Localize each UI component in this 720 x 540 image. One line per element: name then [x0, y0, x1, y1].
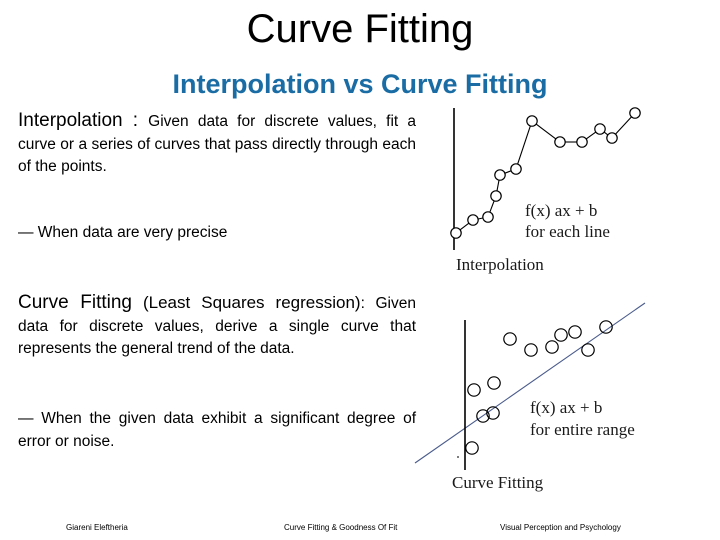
curve-fitting-separator: : — [360, 295, 376, 312]
connector-segment — [517, 125, 531, 165]
interpolation-formula-line2: for each line — [525, 222, 610, 241]
curve-fitting-note-wrapper: — When the given data exhibit a signific… — [18, 408, 416, 453]
data-point — [494, 169, 506, 181]
page-title: Curve Fitting — [246, 7, 474, 51]
data-point — [450, 227, 462, 239]
curve-fitting-svg: f(x) ax + b for entire range Curve Fitti… — [414, 302, 646, 492]
data-point — [576, 136, 588, 148]
data-point — [554, 136, 566, 148]
connector-segment — [535, 123, 557, 140]
slide-canvas: Curve Fitting Interpolation vs Curve Fit… — [0, 0, 720, 540]
data-point — [545, 340, 559, 354]
data-point — [503, 332, 517, 346]
interpolation-separator: : — [122, 110, 149, 131]
curve-fitting-qualifier: (Least Squares regression) — [131, 293, 361, 312]
data-point — [606, 132, 618, 144]
curve-fitting-caption: Curve Fitting — [452, 473, 544, 492]
interpolation-formula-line1: f(x) ax + b — [525, 201, 597, 220]
data-point — [581, 343, 595, 357]
curve-fitting-lead: Curve Fitting — [18, 292, 132, 313]
curve-fitting-note: — When the given data exhibit a signific… — [18, 410, 416, 450]
interpolation-svg: f(x) ax + b for each line Interpolation — [450, 107, 641, 274]
data-point — [524, 343, 538, 357]
connector-segment — [496, 180, 500, 191]
connector-segment — [477, 217, 484, 220]
data-point — [510, 163, 522, 175]
connector-segment — [585, 131, 597, 140]
connector-segment — [459, 222, 470, 231]
footer-course: Visual Perception and Psychology — [500, 523, 621, 532]
data-point — [526, 115, 538, 127]
footer-author: Giareni Eleftheria — [66, 523, 128, 532]
interpolation-diagram: f(x) ax + b for each line Interpolation — [440, 100, 720, 280]
interpolation-text: Interpolation : Given data for discrete … — [18, 110, 416, 179]
curve-fitting-paragraph: Curve Fitting (Least Squares regression)… — [18, 292, 416, 361]
curve-fitting-diagram: f(x) ax + b for entire range Curve Fitti… — [400, 285, 720, 500]
curve-fitting-formula-line2: for entire range — [530, 420, 635, 439]
interpolation-caption: Interpolation — [456, 255, 544, 274]
curve-fitting-formula-line1: f(x) ax + b — [530, 398, 602, 417]
interpolation-paragraph: Interpolation : Given data for discrete … — [18, 110, 416, 179]
data-point — [465, 441, 479, 455]
data-point — [467, 383, 481, 397]
data-point — [482, 211, 494, 223]
connector-segment — [504, 170, 512, 174]
data-point — [467, 214, 479, 226]
connector-segment — [615, 116, 632, 135]
data-point — [594, 123, 606, 135]
data-point — [490, 190, 502, 202]
data-point — [487, 376, 501, 390]
interpolation-note-wrapper: — When data are very precise — [18, 222, 416, 245]
data-point — [629, 107, 641, 119]
connector-segment — [603, 131, 609, 136]
interpolation-note: — When data are very precise — [18, 224, 228, 241]
page-subtitle: Interpolation vs Curve Fitting — [172, 69, 548, 99]
interpolation-lead: Interpolation — [18, 110, 123, 131]
footer-topic: Curve Fitting & Goodness Of Fit — [284, 523, 398, 532]
curve-fitting-trendline — [414, 302, 646, 464]
data-point — [554, 328, 568, 342]
curve-fitting-text: Curve Fitting (Least Squares regression)… — [18, 292, 416, 361]
data-point — [568, 325, 582, 339]
slide-footer: Giareni Eleftheria Curve Fitting & Goodn… — [0, 522, 720, 536]
curve-fitting-stray-dot — [457, 456, 459, 458]
connector-segment — [489, 200, 495, 213]
